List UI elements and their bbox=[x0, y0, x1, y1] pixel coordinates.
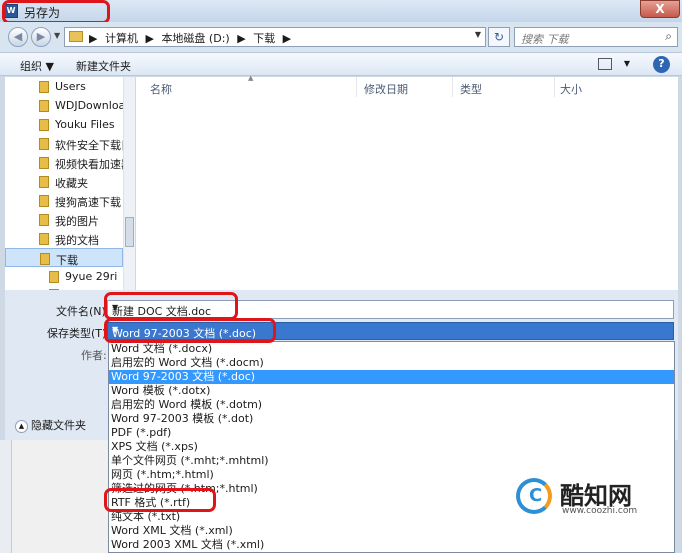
column-header-modified[interactable]: 修改日期 bbox=[364, 81, 408, 97]
nav-scrollbar[interactable] bbox=[123, 77, 135, 290]
title-highlight-box bbox=[2, 0, 110, 24]
column-divider[interactable] bbox=[356, 77, 357, 97]
coozhi-logo-icon: C bbox=[516, 478, 552, 514]
history-dropdown-icon[interactable]: ▼ bbox=[54, 31, 60, 40]
crumb-downloads[interactable]: 下载 bbox=[253, 32, 275, 45]
filetype-option-xps[interactable]: XPS 文档 (*.xps) bbox=[109, 440, 674, 454]
nav-item-video-accelerator[interactable]: 视频快看加速器 bbox=[5, 153, 123, 172]
crumb-separator: ▶ bbox=[237, 32, 246, 45]
forward-button[interactable]: ▶ bbox=[31, 27, 51, 47]
crumb-separator: ▶ bbox=[145, 32, 154, 45]
folder-icon bbox=[39, 119, 49, 131]
rtf-highlight-box bbox=[104, 488, 216, 512]
filetype-option-word-xml[interactable]: Word XML 文档 (*.xml) bbox=[109, 524, 674, 538]
filetype-option-doc[interactable]: Word 97-2003 文档 (*.doc) bbox=[109, 370, 674, 384]
view-dropdown-icon[interactable]: ▼ bbox=[624, 59, 630, 68]
column-divider[interactable] bbox=[452, 77, 453, 97]
hide-folders-label: 隐藏文件夹 bbox=[31, 419, 86, 432]
new-folder-button[interactable]: 新建文件夹 bbox=[76, 58, 131, 74]
navigation-pane: Users WDJDownload Youku Files 软件安全下载目 视频… bbox=[5, 77, 135, 303]
column-header-type[interactable]: 类型 bbox=[460, 81, 482, 97]
crumb-local-disk[interactable]: 本地磁盘 (D:) bbox=[161, 32, 229, 45]
search-icon[interactable]: ⌕ bbox=[665, 29, 672, 44]
filetype-dropdown-list[interactable]: Word 文档 (*.docx) 启用宏的 Word 文档 (*.docm) W… bbox=[108, 341, 675, 553]
filetype-option-mht[interactable]: 单个文件网页 (*.mht;*.mhtml) bbox=[109, 454, 674, 468]
collapse-up-icon: ▲ bbox=[15, 419, 28, 433]
filename-label: 文件名(N): bbox=[56, 305, 110, 318]
site-watermark: C 酷知网 www.coozhi.com bbox=[516, 474, 676, 520]
filetype-label: 保存类型(T): bbox=[47, 327, 111, 340]
pictures-folder-icon bbox=[39, 214, 49, 226]
address-bar-row: ◀ ▶ ▼ ▶ 计算机 ▶ 本地磁盘 (D:) ▶ 下载 ▶ ▼ ↻ 搜索 下载… bbox=[0, 22, 682, 52]
vertical-ruler bbox=[0, 440, 12, 553]
title-bar: W 另存为 X bbox=[0, 0, 682, 24]
file-list-pane[interactable]: ▲ 名称 修改日期 类型 大小 bbox=[136, 74, 678, 290]
column-divider[interactable] bbox=[554, 77, 555, 97]
folder-icon bbox=[39, 157, 49, 169]
nav-item-favorites[interactable]: 收藏夹 bbox=[5, 172, 123, 191]
crumb-computer[interactable]: 计算机 bbox=[105, 32, 138, 45]
folder-icon bbox=[39, 100, 49, 112]
nav-item-downloads[interactable]: 下载 bbox=[5, 248, 123, 267]
folder-icon bbox=[69, 31, 83, 42]
author-label: 作者: bbox=[81, 349, 107, 362]
watermark-url: www.coozhi.com bbox=[562, 506, 638, 516]
folder-icon bbox=[39, 81, 49, 93]
favorites-folder-icon bbox=[39, 176, 49, 188]
nav-item-users[interactable]: Users bbox=[5, 77, 123, 96]
document-background bbox=[0, 440, 108, 553]
folder-icon bbox=[39, 138, 49, 150]
downloads-folder-icon bbox=[40, 253, 50, 265]
nav-item-wdjdownload[interactable]: WDJDownload bbox=[5, 96, 123, 115]
nav-item-sogou-download[interactable]: 搜狗高速下载 bbox=[5, 191, 123, 210]
column-header-size[interactable]: 大小 bbox=[560, 81, 582, 97]
search-input[interactable]: 搜索 下载 ⌕ bbox=[514, 27, 678, 47]
filetype-option-docx[interactable]: Word 文档 (*.docx) bbox=[109, 342, 674, 356]
nav-item-youku-files[interactable]: Youku Files bbox=[5, 115, 123, 134]
filetype-highlight-box bbox=[104, 318, 276, 343]
column-header-name[interactable]: 名称 bbox=[150, 81, 172, 97]
sort-indicator-icon: ▲ bbox=[248, 74, 254, 82]
organize-button[interactable]: 组织 ▼ bbox=[20, 58, 54, 74]
back-button[interactable]: ◀ bbox=[8, 27, 28, 47]
crumb-separator: ▶ bbox=[89, 32, 98, 45]
address-field[interactable]: ▶ 计算机 ▶ 本地磁盘 (D:) ▶ 下载 ▶ ▼ bbox=[64, 27, 486, 47]
nav-item-9yue-29ri[interactable]: 9yue 29ri bbox=[5, 267, 123, 286]
filetype-option-docm[interactable]: 启用宏的 Word 文档 (*.docm) bbox=[109, 356, 674, 370]
folder-icon bbox=[49, 271, 59, 283]
address-dropdown-icon[interactable]: ▼ bbox=[475, 30, 481, 39]
filename-highlight-box bbox=[104, 292, 238, 320]
filetype-option-dot[interactable]: Word 97-2003 模板 (*.dot) bbox=[109, 412, 674, 426]
search-placeholder: 搜索 下载 bbox=[521, 33, 569, 46]
documents-folder-icon bbox=[39, 233, 49, 245]
breadcrumb: ▶ 计算机 ▶ 本地磁盘 (D:) ▶ 下载 ▶ bbox=[89, 30, 295, 46]
nav-item-software-download[interactable]: 软件安全下载目 bbox=[5, 134, 123, 153]
close-button[interactable]: X bbox=[640, 0, 680, 18]
command-toolbar: 组织 ▼ 新建文件夹 ▼ ? bbox=[0, 52, 682, 76]
filetype-option-word2003-xml[interactable]: Word 2003 XML 文档 (*.xml) bbox=[109, 538, 674, 552]
hide-folders-button[interactable]: ▲ 隐藏文件夹 bbox=[15, 417, 86, 433]
help-icon[interactable]: ? bbox=[653, 56, 670, 73]
filetype-option-dotm[interactable]: 启用宏的 Word 模板 (*.dotm) bbox=[109, 398, 674, 412]
filetype-option-pdf[interactable]: PDF (*.pdf) bbox=[109, 426, 674, 440]
nav-scrollbar-thumb[interactable] bbox=[125, 217, 134, 247]
refresh-button[interactable]: ↻ bbox=[488, 27, 510, 47]
view-options-icon[interactable] bbox=[598, 58, 612, 70]
nav-item-my-documents[interactable]: 我的文档 bbox=[5, 229, 123, 248]
nav-item-my-pictures[interactable]: 我的图片 bbox=[5, 210, 123, 229]
crumb-separator: ▶ bbox=[282, 32, 292, 45]
filetype-option-dotx[interactable]: Word 模板 (*.dotx) bbox=[109, 384, 674, 398]
folder-icon bbox=[39, 195, 49, 207]
